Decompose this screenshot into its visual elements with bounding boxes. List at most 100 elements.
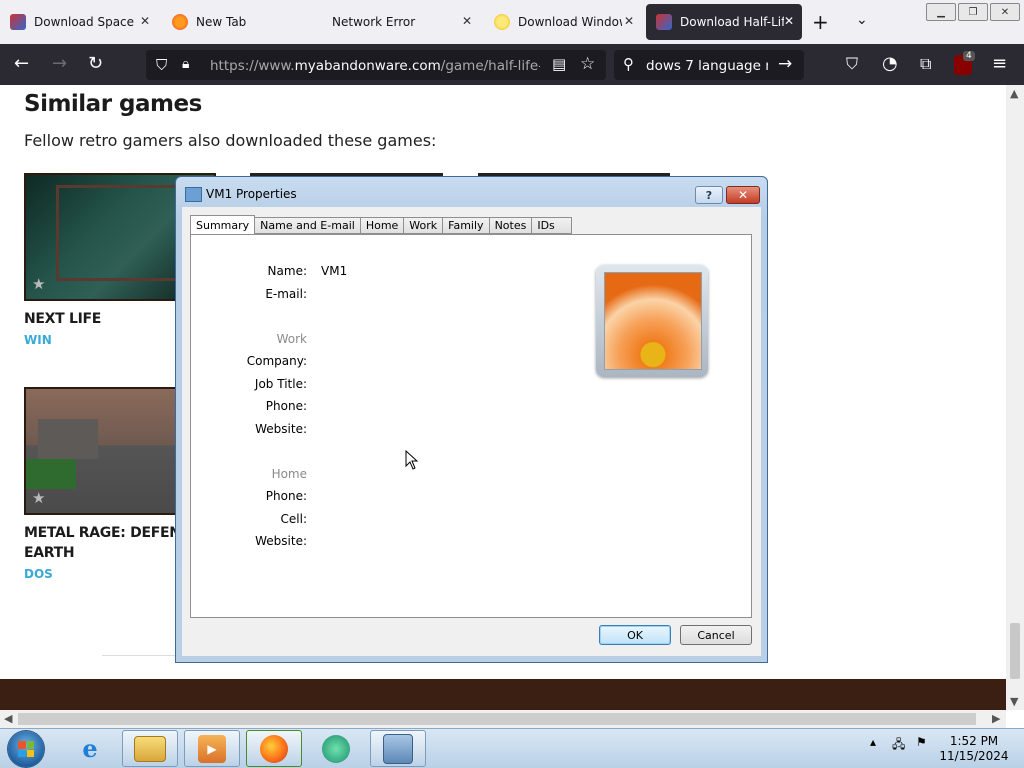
site-footer (0, 679, 1006, 710)
tab-summary[interactable]: Summary (190, 215, 256, 234)
tab-work[interactable]: Work (404, 217, 444, 234)
firefox-button[interactable] (246, 730, 302, 767)
tab-label: Download Space Co (34, 15, 138, 29)
game-title-line2[interactable]: EARTH (24, 545, 75, 561)
ok-button[interactable]: OK (599, 625, 671, 645)
action-center-flag-icon[interactable]: ⚑ (916, 735, 927, 749)
close-tab-icon[interactable]: ✕ (140, 14, 150, 28)
dialog-title: VM1 Properties (206, 187, 297, 201)
pocket-icon[interactable]: ⛉ (846, 54, 858, 74)
url-text[interactable]: https://www.myabandonware.com/game/half-… (210, 58, 540, 74)
start-button[interactable] (8, 731, 44, 767)
close-tab-icon[interactable]: ✕ (624, 14, 634, 28)
vertical-scrollbar[interactable]: ▲ ▼ (1006, 85, 1024, 710)
window-close-button[interactable]: ✕ (990, 3, 1020, 21)
company-label: Company: (246, 354, 307, 368)
scroll-up-icon[interactable]: ▲ (1010, 87, 1018, 100)
tab-ids[interactable]: IDs (532, 217, 573, 234)
game-title[interactable]: NEXT LIFE (24, 311, 101, 327)
network-icon[interactable]: 🖧︎ (892, 735, 905, 756)
tab-download-half-life[interactable]: Download Half-Life ✕ (646, 4, 802, 40)
show-hidden-icons-icon[interactable]: ▴ (870, 735, 876, 749)
mouse-cursor-icon (405, 450, 419, 470)
summary-panel: Name: VM1 E-mail: Work Company: Job Titl… (190, 234, 752, 618)
horizontal-scroll-thumb[interactable] (18, 713, 976, 725)
dialog-tabs: Summary Name and E-mail Home Work Family… (190, 215, 573, 234)
sync-account-icon[interactable]: ◔ (882, 54, 898, 74)
game-platform[interactable]: DOS (24, 567, 53, 581)
tab-family[interactable]: Family (443, 217, 490, 234)
favorite-star-icon[interactable]: ★ (32, 489, 45, 507)
restore-button[interactable]: ❐ (958, 3, 988, 21)
internet-explorer-button[interactable]: e (62, 730, 118, 767)
contacts-button[interactable] (370, 730, 426, 767)
scene-frame (56, 185, 182, 281)
tab-download-space[interactable]: Download Space Co ✕ (0, 4, 158, 40)
url-path: /game/half-life-uplink (440, 58, 540, 74)
help-button[interactable]: ? (695, 186, 723, 204)
tab-notes[interactable]: Notes (489, 217, 533, 234)
tab-strip: Download Space Co ✕ New Tab Network Erro… (0, 0, 1024, 44)
scroll-down-icon[interactable]: ▼ (1010, 695, 1018, 708)
work-website-label: Website: (255, 422, 307, 436)
similar-games-heading: Similar games (24, 91, 202, 117)
media-player-button[interactable]: ▶ (184, 730, 240, 767)
tab-label: New Tab (196, 15, 247, 29)
tab-network-error[interactable]: Network Error ✕ (322, 4, 480, 40)
close-tab-icon[interactable]: ✕ (462, 14, 472, 28)
tab-new-tab[interactable]: New Tab (162, 4, 320, 40)
reader-view-icon[interactable]: ▤ (552, 55, 566, 73)
back-button[interactable]: ← (14, 54, 29, 74)
contact-card-icon (185, 187, 202, 202)
home-website-label: Website: (255, 534, 307, 548)
minimize-button[interactable]: ▁ (926, 3, 956, 21)
home-section-label: Home (271, 467, 307, 481)
cell-label: Cell: (280, 512, 307, 526)
search-input[interactable]: dows 7 language mui (646, 58, 768, 74)
lightbulb-icon (494, 14, 510, 30)
file-explorer-button[interactable] (122, 730, 178, 767)
new-tab-button[interactable]: + (812, 10, 829, 34)
horizontal-scrollbar[interactable]: ◀ ▶ (0, 710, 1006, 728)
windows-logo-icon (18, 741, 34, 757)
firefox-icon (172, 14, 188, 30)
vertical-scroll-thumb[interactable] (1010, 623, 1020, 679)
contact-photo[interactable] (596, 265, 708, 377)
clock-time: 1:52 PM (949, 734, 999, 748)
favorite-star-icon[interactable]: ★ (32, 275, 45, 293)
list-all-tabs-button[interactable]: ⌄ (856, 12, 868, 28)
url-host: myabandonware.com (294, 58, 441, 74)
go-arrow-icon[interactable]: → (778, 54, 792, 74)
menu-icon[interactable]: ≡ (992, 54, 1007, 74)
media-player-icon: ▶ (198, 734, 226, 763)
email-label: E-mail: (265, 287, 307, 301)
cancel-button[interactable]: Cancel (680, 625, 752, 645)
name-label: Name: (267, 264, 307, 278)
name-value: VM1 (321, 264, 348, 278)
extensions-icon[interactable]: ⧉ (920, 54, 931, 74)
tab-home[interactable]: Home (360, 217, 405, 234)
url-bar[interactable]: ⛉ 🔒︎ https://www.myabandonware.com/game/… (146, 50, 606, 80)
scroll-left-icon[interactable]: ◀ (4, 712, 12, 725)
tab-name-and-email[interactable]: Name and E-mail (255, 217, 361, 234)
app-button[interactable] (308, 730, 364, 767)
scroll-right-icon[interactable]: ▶ (992, 712, 1000, 725)
reload-button[interactable]: ↻ (88, 54, 103, 74)
home-phone-label: Phone: (265, 489, 307, 503)
tab-download-windows[interactable]: Download Windows ✕ (484, 4, 642, 40)
game-favicon-icon (10, 14, 26, 30)
system-clock[interactable]: 1:52 PM 11/15/2024 (936, 734, 1012, 764)
contacts-icon (383, 733, 413, 764)
bookmark-star-icon[interactable]: ☆ (580, 54, 595, 74)
dialog-close-button[interactable]: ✕ (726, 186, 760, 204)
properties-dialog: VM1 Properties ? ✕ Summary Name and E-ma… (175, 176, 768, 663)
scene-building (38, 419, 98, 459)
lock-icon[interactable]: 🔒︎ (182, 56, 189, 72)
dialog-body: Summary Name and E-mail Home Work Family… (182, 207, 761, 656)
close-tab-icon[interactable]: ✕ (784, 14, 794, 28)
file-explorer-icon (134, 735, 166, 762)
forward-button[interactable]: → (52, 54, 67, 74)
search-bar[interactable]: ⚲ dows 7 language mui → (614, 50, 804, 80)
shield-icon[interactable]: ⛉ (156, 56, 167, 74)
game-platform[interactable]: WIN (24, 333, 52, 347)
